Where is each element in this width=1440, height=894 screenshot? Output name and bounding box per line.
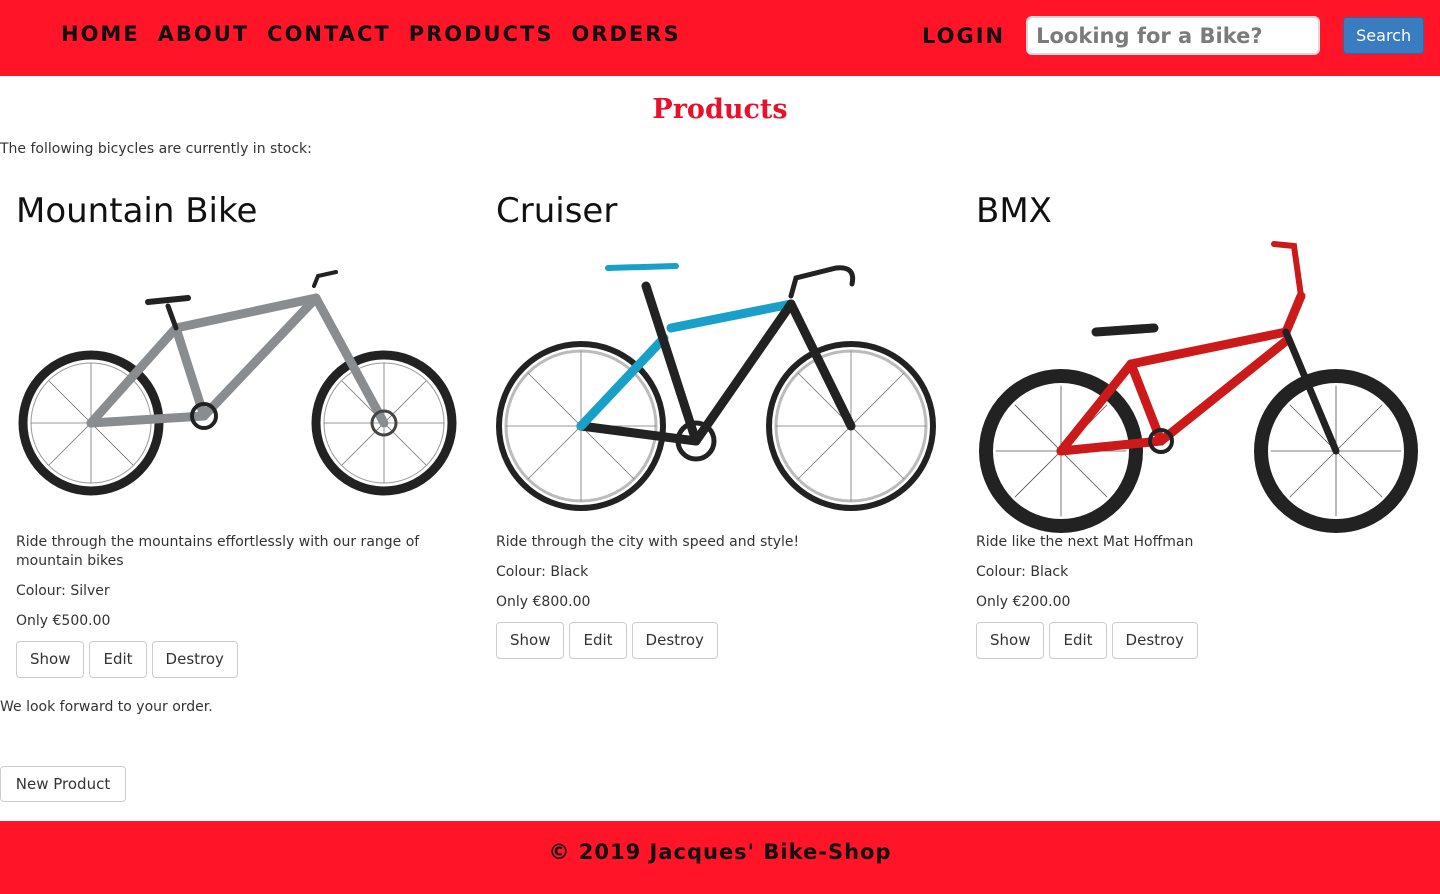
nav-home-link[interactable]: HOME	[52, 18, 149, 50]
search-button[interactable]: Search	[1343, 17, 1425, 54]
destroy-button[interactable]: Destroy	[631, 622, 718, 659]
product-name: Cruiser	[496, 191, 618, 231]
product-price: Only €800.00	[496, 594, 591, 610]
product-card: Mountain Bike Ride through the mountains…	[16, 190, 466, 678]
product-price: Only €500.00	[16, 613, 111, 629]
nav-right: LOGIN Search	[922, 16, 1425, 55]
product-description: Ride through the city with speed and sty…	[496, 534, 800, 550]
product-colour: Colour: Silver	[16, 583, 110, 599]
footer-copyright: © 2019 Jacques' Bike-Shop	[548, 840, 892, 864]
product-description: Ride like the next Mat Hoffman	[976, 534, 1194, 550]
product-colour: Colour: Black	[496, 564, 589, 580]
intro-text: The following bicycles are currently in …	[0, 141, 312, 157]
product-body: Ride through the city with speed and sty…	[496, 533, 936, 659]
edit-button[interactable]: Edit	[1049, 622, 1107, 659]
product-colour: Colour: Black	[976, 564, 1069, 580]
nav-contact-link[interactable]: CONTACT	[258, 18, 400, 50]
product-body: Ride like the next Mat Hoffman Colour: B…	[976, 533, 1416, 659]
product-name: Mountain Bike	[16, 191, 258, 231]
new-product-button[interactable]: New Product	[0, 766, 126, 802]
product-description: Ride through the mountains effortlessly …	[16, 534, 420, 569]
product-card: Cruiser Ride through the city with speed…	[496, 190, 946, 659]
product-name: BMX	[976, 191, 1052, 231]
top-navbar: HOME ABOUT CONTACT PRODUCTS ORDERS LOGIN…	[0, 0, 1440, 76]
page-title: Products	[652, 94, 788, 125]
show-button[interactable]: Show	[976, 622, 1045, 659]
nav-about-link[interactable]: ABOUT	[149, 18, 259, 50]
show-button[interactable]: Show	[496, 622, 565, 659]
product-actions: Show Edit Destroy	[976, 622, 1416, 659]
product-card: BMX Ride like the next Mat Hoffman Colou…	[976, 190, 1426, 659]
edit-button[interactable]: Edit	[89, 641, 147, 678]
nav-orders-link[interactable]: ORDERS	[562, 18, 689, 50]
outro-text: We look forward to your order.	[0, 699, 213, 715]
nav-products-link[interactable]: PRODUCTS	[400, 18, 563, 50]
road-bike-image	[496, 263, 936, 511]
destroy-button[interactable]: Destroy	[1111, 622, 1198, 659]
login-link[interactable]: LOGIN	[922, 17, 1005, 55]
product-price: Only €200.00	[976, 594, 1071, 610]
bmx-bike-image	[979, 241, 1418, 533]
destroy-button[interactable]: Destroy	[151, 641, 238, 678]
mountain-bike-image	[18, 270, 457, 496]
product-actions: Show Edit Destroy	[16, 641, 456, 678]
search-input[interactable]	[1026, 16, 1321, 55]
nav-links: HOME ABOUT CONTACT PRODUCTS ORDERS	[52, 18, 690, 50]
show-button[interactable]: Show	[16, 641, 85, 678]
product-actions: Show Edit Destroy	[496, 622, 936, 659]
footer: © 2019 Jacques' Bike-Shop	[0, 821, 1440, 894]
product-body: Ride through the mountains effortlessly …	[16, 533, 456, 678]
edit-button[interactable]: Edit	[569, 622, 627, 659]
